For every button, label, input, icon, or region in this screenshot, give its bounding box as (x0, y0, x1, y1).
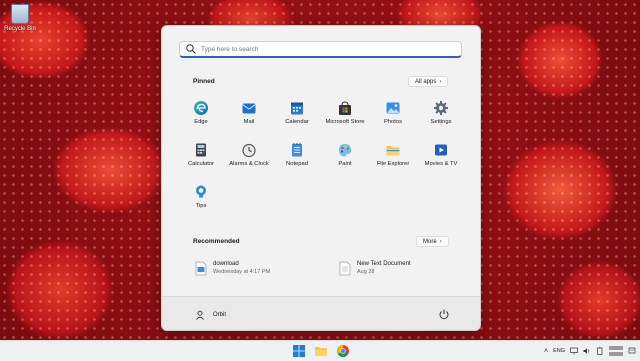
user-name: Orbit (213, 312, 227, 318)
recommended-item-time: Aug 28 (357, 269, 375, 275)
volume-icon[interactable] (583, 347, 591, 355)
recommended-item-download[interactable]: download Wednesday at 4:17 PM (195, 261, 270, 276)
pinned-app-settings[interactable]: Settings (417, 100, 465, 125)
more-button[interactable]: More › (416, 236, 449, 247)
paint-icon (339, 144, 351, 157)
pinned-app-calendar[interactable]: Calendar (273, 100, 321, 125)
image-file-icon (195, 261, 207, 276)
notepad-icon (292, 143, 302, 157)
windows-start-icon[interactable] (292, 344, 306, 358)
language-indicator[interactable]: ENG (553, 348, 565, 354)
more-label: More (423, 238, 437, 245)
tips-icon (196, 185, 206, 198)
system-tray: ˄ ENG (544, 341, 636, 361)
user-icon (196, 310, 204, 320)
file-explorer-icon[interactable] (314, 344, 328, 358)
pinned-app-label: Tips (195, 203, 207, 209)
pinned-app-label: Edge (194, 119, 208, 125)
edge-icon (194, 101, 208, 115)
battery-icon[interactable] (596, 347, 604, 355)
all-apps-button[interactable]: All apps › (408, 76, 449, 87)
recommended-item-new-text-document[interactable]: New Text Document Aug 28 (339, 261, 411, 276)
search-icon (186, 44, 196, 54)
pinned-app-paint[interactable]: Paint (321, 142, 369, 167)
pinned-app-tips[interactable]: Tips (177, 184, 225, 209)
pinned-app-label: Movies & TV (424, 161, 458, 167)
pinned-app-label: Microsoft Store (325, 119, 365, 125)
chevron-up-icon[interactable]: ˄ (544, 348, 548, 355)
search-input[interactable] (201, 45, 441, 53)
recycle-bin-icon (11, 4, 29, 24)
recommended-item-name: New Text Document (357, 261, 411, 267)
pinned-app-label: Mail (243, 119, 255, 125)
network-icon[interactable] (570, 347, 578, 355)
text-file-icon (339, 261, 351, 276)
pinned-app-alarms-clock[interactable]: Alarms & Clock (225, 142, 273, 167)
recommended-title: Recommended (193, 238, 240, 245)
pinned-app-label: File Explorer (376, 161, 410, 167)
pinned-app-label: Photos (383, 119, 403, 125)
power-icon[interactable] (438, 308, 450, 320)
start-menu-footer: Orbit (162, 296, 480, 330)
folder-icon (386, 146, 400, 156)
chrome-icon[interactable] (336, 344, 350, 358)
pinned-app-mail[interactable]: Mail (225, 100, 273, 125)
pinned-app-microsoft-store[interactable]: Microsoft Store (321, 100, 369, 125)
movies-icon (435, 144, 447, 156)
chevron-right-icon: › (439, 238, 442, 245)
photos-icon (386, 102, 400, 114)
recycle-bin-label: Recycle Bin (4, 26, 36, 32)
pinned-app-calculator[interactable]: Calculator (177, 142, 225, 167)
pinned-app-movies-tv[interactable]: Movies & TV (417, 142, 465, 167)
pinned-app-photos[interactable]: Photos (369, 100, 417, 125)
pinned-app-label: Settings (430, 119, 452, 125)
clock-icon (242, 143, 256, 158)
gear-icon (434, 101, 448, 115)
pinned-app-label: Calendar (285, 119, 309, 125)
pinned-app-label: Alarms & Clock (229, 161, 269, 167)
pinned-app-notepad[interactable]: Notepad (273, 142, 321, 167)
pinned-app-label: Calculator (187, 161, 215, 167)
taskbar: ˄ ENG (0, 340, 640, 361)
notifications-icon[interactable] (628, 347, 636, 355)
chevron-right-icon: › (439, 78, 442, 85)
calendar-icon (291, 102, 303, 115)
recommended-item-name: download (213, 261, 239, 267)
pinned-title: Pinned (193, 78, 215, 85)
start-menu: Pinned All apps › Edge Mail Calendar (161, 25, 481, 331)
recommended-item-time: Wednesday at 4:17 PM (213, 269, 271, 275)
calculator-icon (196, 143, 206, 157)
pinned-app-edge[interactable]: Edge (177, 100, 225, 125)
mail-icon (242, 103, 256, 114)
recycle-bin-shortcut[interactable]: Recycle Bin (2, 4, 38, 32)
pinned-app-label: Paint (338, 161, 352, 167)
pinned-app-label: Notepad (286, 161, 308, 167)
pinned-app-file-explorer[interactable]: File Explorer (369, 142, 417, 167)
user-account-button[interactable]: Orbit (195, 310, 226, 320)
search-box[interactable] (179, 41, 462, 58)
store-icon (339, 101, 351, 115)
clock-date[interactable] (609, 346, 623, 356)
all-apps-label: All apps (415, 78, 437, 85)
